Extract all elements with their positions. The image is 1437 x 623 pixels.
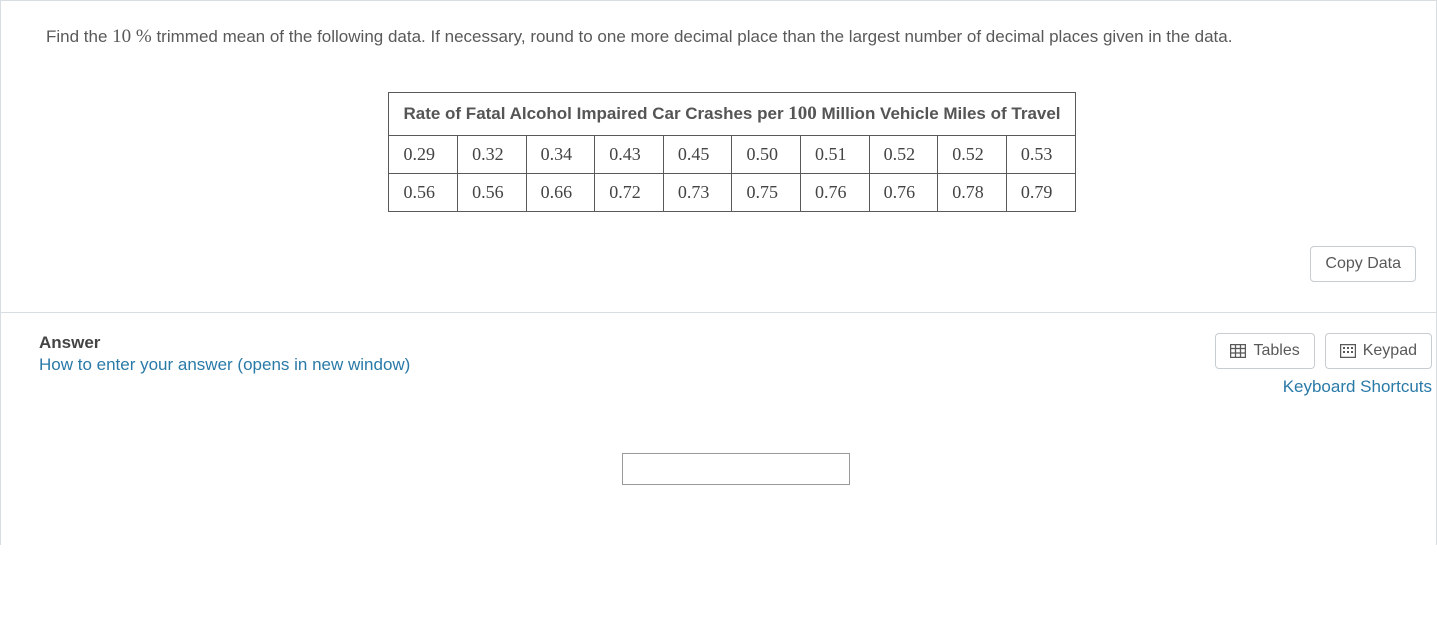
copy-data-button[interactable]: Copy Data — [1310, 246, 1416, 282]
data-cell: 0.50 — [732, 135, 801, 173]
keypad-button[interactable]: Keypad — [1325, 333, 1432, 369]
answer-header-left: Answer How to enter your answer (opens i… — [39, 333, 410, 375]
answer-section: Answer How to enter your answer (opens i… — [0, 312, 1437, 545]
tables-icon — [1230, 344, 1246, 358]
tables-button[interactable]: Tables — [1215, 333, 1314, 369]
prompt-percent: 10 % — [112, 26, 152, 47]
help-link[interactable]: How to enter your answer (opens in new w… — [39, 355, 410, 375]
data-cell: 0.79 — [1006, 173, 1075, 211]
tables-label: Tables — [1253, 342, 1299, 360]
shortcuts-link[interactable]: Keyboard Shortcuts — [1283, 377, 1432, 397]
table-row: 0.29 0.32 0.34 0.43 0.45 0.50 0.51 0.52 … — [389, 135, 1075, 173]
data-cell: 0.76 — [801, 173, 870, 211]
data-cell: 0.45 — [663, 135, 732, 173]
keypad-label: Keypad — [1363, 342, 1417, 360]
data-cell: 0.51 — [801, 135, 870, 173]
data-cell: 0.76 — [869, 173, 938, 211]
table-row: 0.56 0.56 0.66 0.72 0.73 0.75 0.76 0.76 … — [389, 173, 1075, 211]
data-cell: 0.72 — [595, 173, 664, 211]
question-area: Find the 10 % trimmed mean of the follow… — [0, 1, 1437, 312]
table-title-a: Rate of Fatal Alcohol Impaired Car Crash… — [403, 104, 788, 123]
data-table: Rate of Fatal Alcohol Impaired Car Crash… — [388, 92, 1075, 212]
copy-data-label: Copy Data — [1325, 255, 1401, 273]
data-cell: 0.43 — [595, 135, 664, 173]
data-cell: 0.52 — [869, 135, 938, 173]
data-cell: 0.56 — [458, 173, 527, 211]
copy-row: Copy Data — [46, 246, 1418, 282]
prompt-mid: trimmed mean of the following data. If n… — [152, 27, 1233, 46]
input-row — [39, 453, 1432, 485]
prompt-prefix: Find the — [46, 27, 112, 46]
tool-area: Tables Keypad — [1215, 333, 1432, 397]
data-cell: 0.66 — [526, 173, 595, 211]
data-cell: 0.78 — [938, 173, 1007, 211]
data-cell: 0.29 — [389, 135, 458, 173]
tool-row: Tables Keypad — [1215, 333, 1432, 369]
data-cell: 0.75 — [732, 173, 801, 211]
data-cell: 0.52 — [938, 135, 1007, 173]
question-prompt: Find the 10 % trimmed mean of the follow… — [46, 23, 1418, 52]
table-title: Rate of Fatal Alcohol Impaired Car Crash… — [389, 92, 1075, 135]
question-container: Find the 10 % trimmed mean of the follow… — [0, 0, 1437, 545]
table-title-b: Million Vehicle Miles of Travel — [817, 104, 1061, 123]
answer-header: Answer How to enter your answer (opens i… — [39, 333, 1432, 397]
data-cell: 0.73 — [663, 173, 732, 211]
data-cell: 0.32 — [458, 135, 527, 173]
answer-input[interactable] — [622, 453, 850, 485]
data-cell: 0.53 — [1006, 135, 1075, 173]
data-cell: 0.56 — [389, 173, 458, 211]
keypad-icon — [1340, 344, 1356, 358]
answer-title: Answer — [39, 333, 410, 353]
table-title-num: 100 — [788, 103, 817, 124]
data-cell: 0.34 — [526, 135, 595, 173]
data-table-wrap: Rate of Fatal Alcohol Impaired Car Crash… — [46, 92, 1418, 212]
